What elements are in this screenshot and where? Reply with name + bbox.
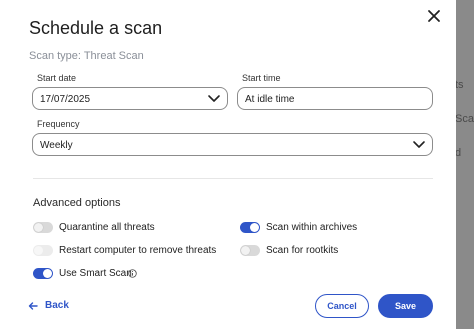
chevron-down-icon: [413, 141, 425, 148]
restart-computer-toggle[interactable]: [33, 245, 53, 256]
arrow-left-icon: [28, 302, 38, 310]
back-label: Back: [45, 300, 69, 311]
close-icon[interactable]: [424, 6, 444, 26]
scan-rootkits-label: Scan for rootkits: [266, 245, 339, 256]
background-text: ts: [455, 79, 464, 91]
start-time-field[interactable]: At idle time: [237, 87, 433, 110]
frequency-select[interactable]: Weekly: [32, 133, 433, 156]
background-text: Sca: [455, 113, 474, 125]
quarantine-toggle[interactable]: [33, 222, 53, 233]
divider: [33, 178, 433, 179]
scan-rootkits-toggle[interactable]: [240, 245, 260, 256]
schedule-scan-dialog: Schedule a scan Scan type: Threat Scan S…: [0, 0, 456, 329]
start-time-value: At idle time: [245, 94, 295, 105]
advanced-options-heading: Advanced options: [33, 197, 121, 209]
dialog-title: Schedule a scan: [29, 18, 163, 38]
frequency-value: Weekly: [40, 140, 73, 151]
scan-type-label: Scan type: Threat Scan: [29, 50, 144, 62]
smart-scan-toggle[interactable]: [33, 268, 53, 279]
start-date-label: Start date: [37, 73, 77, 83]
smart-scan-label: Use Smart Scan: [59, 268, 132, 279]
restart-computer-label: Restart computer to remove threats: [59, 245, 217, 256]
info-icon[interactable]: [128, 269, 137, 278]
save-button[interactable]: Save: [378, 294, 433, 318]
frequency-label: Frequency: [37, 119, 80, 129]
scan-archives-toggle[interactable]: [240, 222, 260, 233]
start-time-label: Start time: [242, 73, 281, 83]
chevron-down-icon: [208, 95, 220, 102]
cancel-button[interactable]: Cancel: [315, 294, 369, 318]
start-date-value: 17/07/2025: [40, 94, 91, 105]
scan-archives-label: Scan within archives: [266, 222, 358, 233]
start-date-picker[interactable]: 17/07/2025: [32, 87, 228, 110]
back-button[interactable]: Back: [28, 300, 69, 311]
quarantine-label: Quarantine all threats: [59, 222, 155, 233]
